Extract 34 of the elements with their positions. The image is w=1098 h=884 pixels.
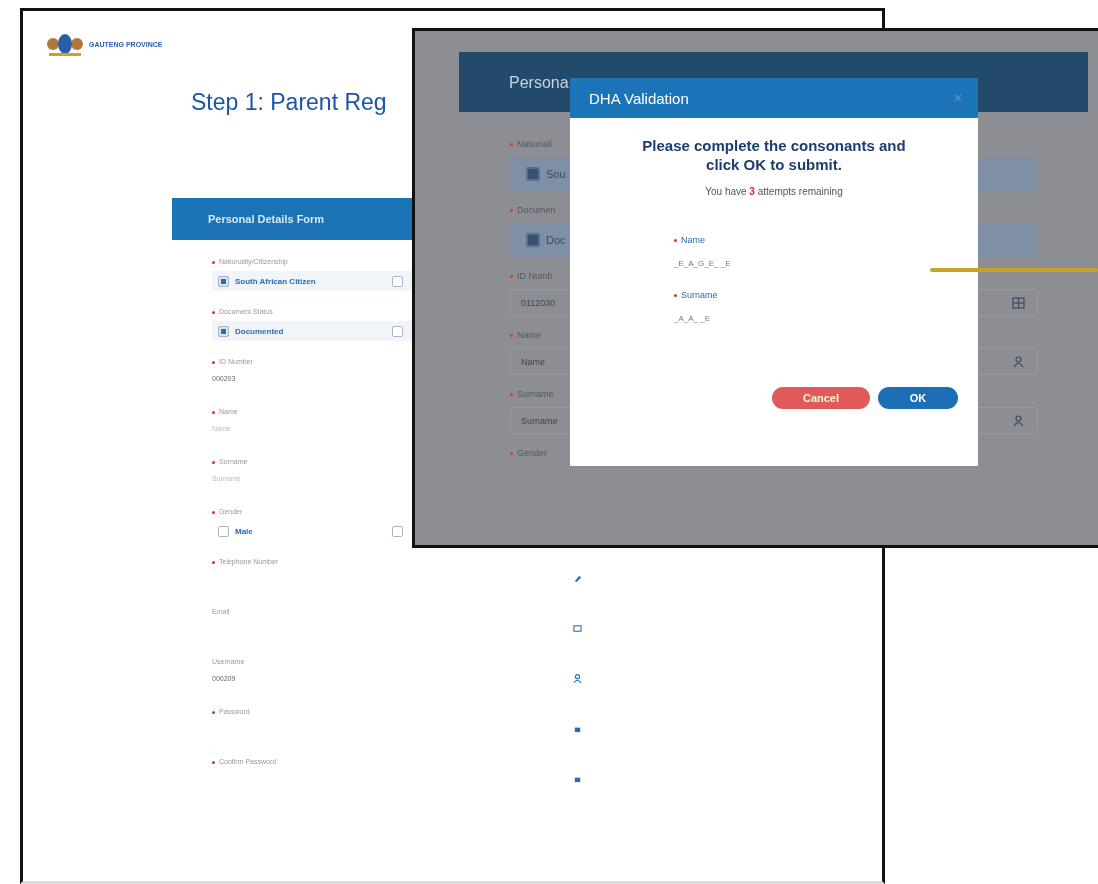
radio-button[interactable]	[392, 325, 403, 337]
option-label: South African Citizen	[235, 276, 316, 286]
radio-button[interactable]	[218, 275, 229, 287]
dialog-heading: Please complete the consonants and click OK to submit.	[641, 136, 907, 174]
option-label: Documented	[235, 326, 284, 336]
field-label: Documen	[510, 205, 556, 215]
id-card-icon	[1012, 296, 1025, 309]
field-label: Surname	[510, 389, 554, 399]
field-label: Surname	[674, 290, 718, 300]
option-label: Doc	[546, 234, 566, 246]
radio-button[interactable]	[392, 275, 403, 287]
option-label: Male	[235, 526, 253, 536]
field-label: Name	[674, 235, 705, 245]
radio-button[interactable]	[392, 525, 403, 537]
radio-button[interactable]	[526, 233, 540, 247]
field-label: Nationali	[510, 139, 553, 149]
field-label: Name	[510, 330, 541, 340]
coat-of-arms-icon	[45, 31, 85, 57]
cancel-button[interactable]: Cancel	[772, 387, 870, 409]
radio-button[interactable]	[218, 525, 229, 537]
input-field[interactable]: _E_A_G_E_ _E	[674, 259, 731, 268]
input-field[interactable]: _A_A_ _E	[674, 314, 711, 323]
radio-button[interactable]	[218, 325, 229, 337]
option-label: Sou	[546, 168, 566, 180]
page-title: Step 1: Parent Reg	[191, 89, 387, 116]
ok-button[interactable]: OK	[878, 387, 958, 409]
attempts-message: You have 3 attempts remaining	[705, 186, 843, 197]
person-icon	[1012, 355, 1025, 368]
dialog-title: DHA Validation	[589, 89, 689, 107]
person-icon	[573, 673, 582, 683]
person-icon	[1012, 414, 1025, 427]
radio-button[interactable]	[526, 167, 540, 181]
mail-icon	[573, 623, 582, 633]
close-icon[interactable]	[954, 94, 962, 102]
